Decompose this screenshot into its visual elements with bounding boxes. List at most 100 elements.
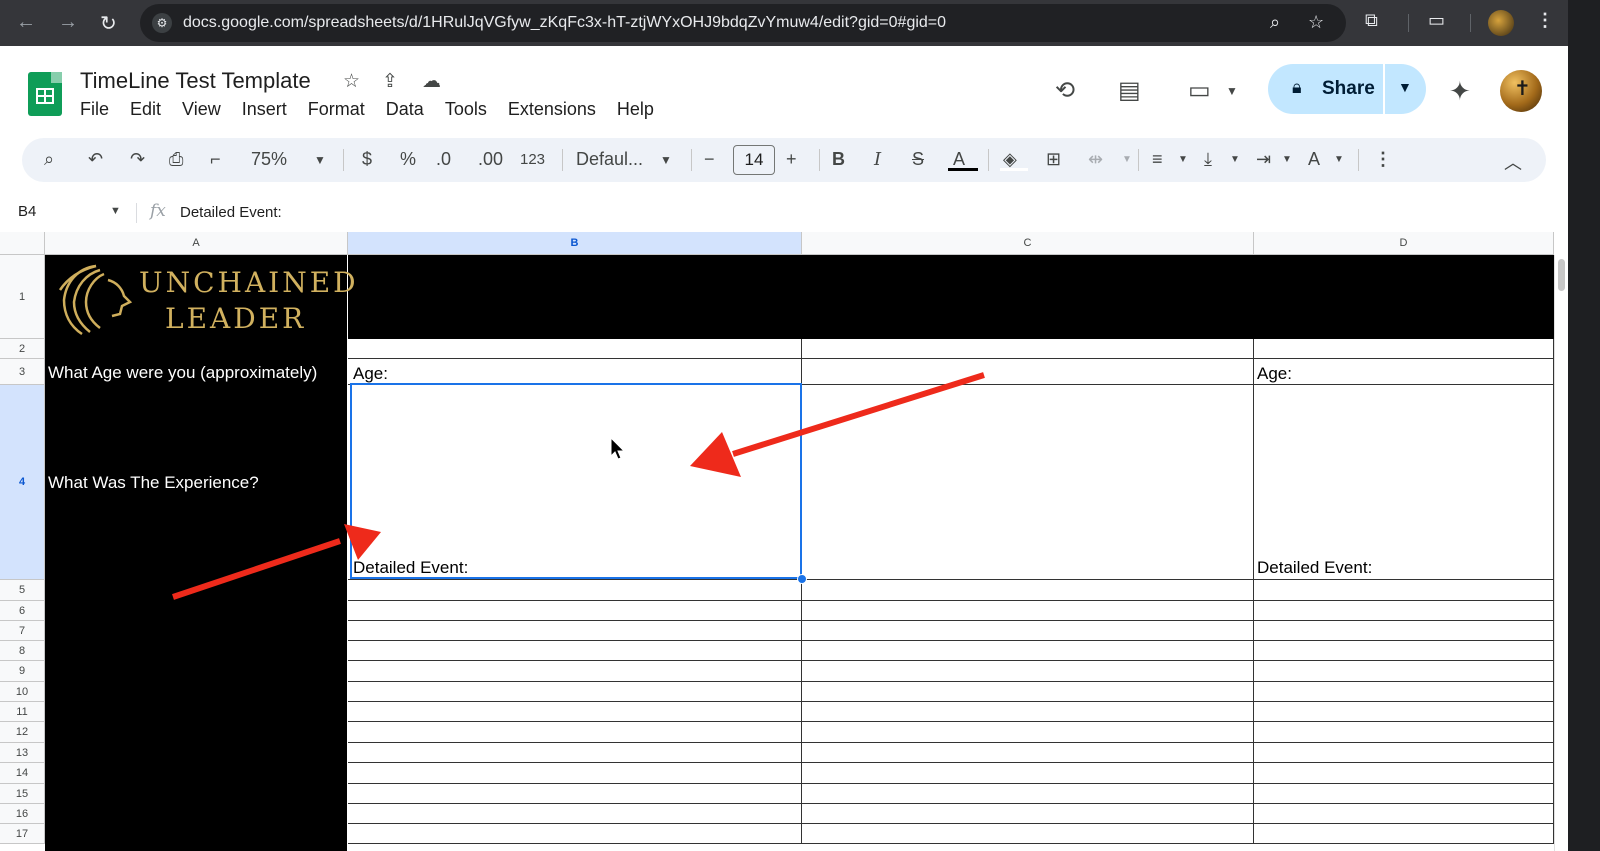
grid-cell[interactable] [802,359,1254,385]
strikethrough-icon[interactable]: S [912,149,924,170]
grid-cell[interactable] [802,824,1254,844]
italic-icon[interactable]: I [874,149,881,170]
redo-icon[interactable]: ↷ [130,149,145,170]
grid-cell[interactable] [348,763,802,784]
increase-font-size-icon[interactable]: + [786,149,797,170]
grid-cell[interactable] [1254,385,1554,580]
grid-cell[interactable] [802,621,1254,641]
row-header-8[interactable]: 8 [0,641,45,661]
reading-mode-icon[interactable]: ▭ [1428,10,1445,31]
decrease-decimal-button[interactable]: .0 [436,149,451,170]
chevron-down-icon[interactable]: ▼ [1226,84,1238,98]
font-dropdown-icon[interactable]: ▼ [660,153,672,167]
row-header-4[interactable]: 4 [0,385,45,580]
row-header-15[interactable]: 15 [0,784,45,804]
paint-format-icon[interactable]: ⌐ [210,149,221,170]
grid-cell[interactable] [1254,763,1554,784]
grid-cell[interactable] [1254,339,1554,359]
grid-cell[interactable] [802,682,1254,702]
print-icon[interactable]: ⎙ [169,149,183,170]
vertical-scrollbar[interactable] [1554,255,1568,851]
borders-icon[interactable]: ⊞ [1046,149,1061,170]
forward-icon[interactable]: → [58,11,78,34]
column-header-c[interactable]: C [802,232,1254,255]
column-header-b[interactable]: B [348,232,802,255]
grid-cell[interactable] [1254,641,1554,661]
format-percent-button[interactable]: % [400,149,416,170]
url-text[interactable]: docs.google.com/spreadsheets/d/1HRulJqVG… [183,14,946,32]
spreadsheet-grid[interactable]: A B C D 1 2 3 4 5 6 7 8 9 10 11 12 13 14 15 16 17 UNCHAI… [0,232,1568,851]
grid-cell[interactable] [1254,601,1554,621]
cloud-saved-icon[interactable]: ☁ [422,70,441,93]
horizontal-align-icon[interactable]: ≡ [1152,149,1163,170]
grid-cell[interactable] [802,580,1254,601]
profile-avatar[interactable] [1488,10,1514,36]
search-menus-icon[interactable]: ⌕ [44,149,54,170]
row-header-7[interactable]: 7 [0,621,45,641]
grid-cell[interactable] [802,601,1254,621]
text-color-icon[interactable]: A [953,149,965,170]
row-header-17[interactable]: 17 [0,824,45,844]
name-box[interactable]: B4 [18,203,36,220]
grid-cell[interactable] [348,601,802,621]
grid-cell[interactable] [802,784,1254,804]
row-header-1[interactable]: 1 [0,255,45,339]
star-icon[interactable]: ☆ [343,70,360,93]
row-header-14[interactable]: 14 [0,763,45,784]
more-formats-button[interactable]: 123 [520,151,545,168]
grid-cell[interactable] [1254,621,1554,641]
menu-data[interactable]: Data [386,99,424,120]
sheets-logo-icon[interactable] [28,72,62,116]
grid-cell[interactable] [348,359,802,385]
row-header-2[interactable]: 2 [0,339,45,359]
address-bar[interactable]: ⚙ docs.google.com/spreadsheets/d/1HRulJq… [140,4,1346,42]
fill-color-icon[interactable]: ◈ [1003,149,1017,170]
row-header-3[interactable]: 3 [0,359,45,385]
cell-d3[interactable]: Age: [1257,364,1292,384]
grid-cell[interactable] [1254,359,1554,385]
comments-icon[interactable]: ▤ [1118,76,1141,105]
bold-icon[interactable]: B [832,149,845,170]
row-header-11[interactable]: 11 [0,702,45,722]
grid-cell[interactable] [1254,824,1554,844]
wrap-dropdown-icon[interactable]: ▼ [1282,154,1292,165]
grid-cell[interactable] [348,743,802,763]
more-options-icon[interactable]: ⋮ [1374,149,1392,170]
grid-cell[interactable] [348,722,802,743]
share-button[interactable]: 🔒︎ Share ▼ [1268,64,1426,114]
grid-cell[interactable] [802,722,1254,743]
move-folder-icon[interactable]: ⇪ [382,70,398,93]
grid-cell[interactable] [802,339,1254,359]
valign-dropdown-icon[interactable]: ▼ [1230,154,1240,165]
grid-cell[interactable] [1254,722,1554,743]
question-age[interactable]: What Age were you (approximately) [48,363,317,383]
menu-edit[interactable]: Edit [130,99,161,120]
question-experience[interactable]: What Was The Experience? [48,473,259,493]
grid-cell[interactable] [348,824,802,844]
undo-icon[interactable]: ↶ [88,149,103,170]
grid-cell[interactable] [348,784,802,804]
row-header-6[interactable]: 6 [0,601,45,621]
text-rotation-icon[interactable]: A [1308,149,1320,170]
grid-cell[interactable] [348,621,802,641]
grid-cell[interactable] [348,641,802,661]
row-header-13[interactable]: 13 [0,743,45,763]
selected-cell-outline[interactable] [350,383,802,579]
row-header-16[interactable]: 16 [0,804,45,824]
scrollbar-thumb[interactable] [1558,259,1565,291]
column-header-d[interactable]: D [1254,232,1554,255]
grid-cell[interactable] [802,743,1254,763]
fill-handle[interactable] [797,574,807,584]
document-title[interactable]: TimeLine Test Template [80,68,311,94]
font-size-input[interactable]: 14 [733,145,775,175]
menu-extensions[interactable]: Extensions [508,99,596,120]
back-icon[interactable]: ← [16,11,36,34]
grid-cell[interactable] [348,804,802,824]
row-header-9[interactable]: 9 [0,661,45,682]
format-currency-button[interactable]: $ [362,149,372,170]
increase-decimal-button[interactable]: .00 [478,149,503,170]
vertical-align-icon[interactable]: ⤓ [1204,149,1212,170]
menu-insert[interactable]: Insert [242,99,287,120]
grid-cell[interactable] [1254,661,1554,682]
row-header-12[interactable]: 12 [0,722,45,743]
